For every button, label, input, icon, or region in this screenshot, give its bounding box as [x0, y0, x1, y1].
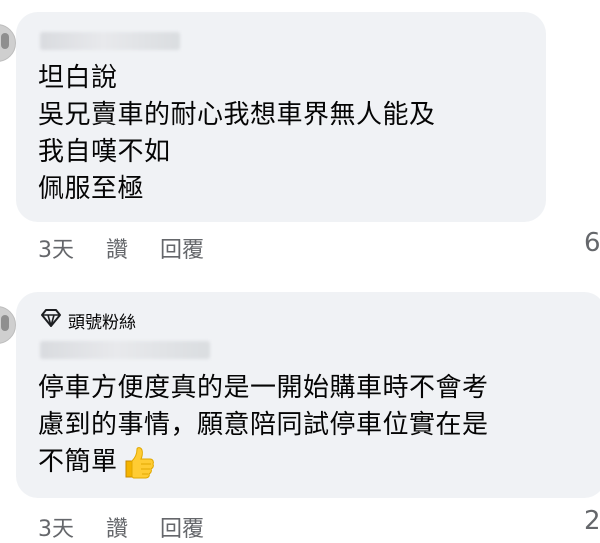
- top-fan-badge: 頭號粉絲: [40, 308, 136, 333]
- comment-line: 吳兄賣車的耐心我想車界無人能及: [38, 100, 436, 130]
- comment-actions: 3天 讚 回覆: [38, 511, 204, 543]
- commenter-name-redacted[interactable]: [40, 341, 210, 359]
- comment-line: 停車方便度真的是一開始購車時不會考: [38, 373, 489, 403]
- comment-actions: 3天 讚 回覆: [38, 232, 204, 264]
- comment-line: 我自嘆不如: [38, 137, 171, 167]
- badge-label: 頭號粉絲: [68, 313, 136, 333]
- comment-line: 慮到的事情，願意陪同試停車位實在是: [38, 410, 489, 440]
- comment-line-with-emoji: 不簡單: [38, 444, 489, 481]
- timestamp[interactable]: 3天: [38, 232, 74, 264]
- reply-button[interactable]: 回覆: [160, 232, 204, 264]
- reaction-count[interactable]: 6: [584, 228, 600, 258]
- comment-line: 坦白說: [38, 63, 118, 93]
- diamond-icon: [40, 308, 62, 333]
- reaction-count[interactable]: 2: [584, 506, 600, 536]
- comment-text: 坦白說 吳兄賣車的耐心我想車界無人能及 我自嘆不如 佩服至極: [38, 60, 436, 208]
- like-button[interactable]: 讚: [106, 232, 128, 264]
- reply-button[interactable]: 回覆: [160, 511, 204, 543]
- comment-text: 停車方便度真的是一開始購車時不會考 慮到的事情，願意陪同試停車位實在是 不簡單: [38, 370, 489, 481]
- like-button[interactable]: 讚: [106, 511, 128, 543]
- avatar[interactable]: [0, 24, 16, 62]
- comment-line: 不簡單: [38, 447, 118, 477]
- comment-line: 佩服至極: [38, 174, 145, 204]
- commenter-name-redacted[interactable]: [40, 32, 180, 50]
- avatar[interactable]: [0, 306, 16, 344]
- thumbs-up-emoji: [120, 445, 156, 481]
- timestamp[interactable]: 3天: [38, 511, 74, 543]
